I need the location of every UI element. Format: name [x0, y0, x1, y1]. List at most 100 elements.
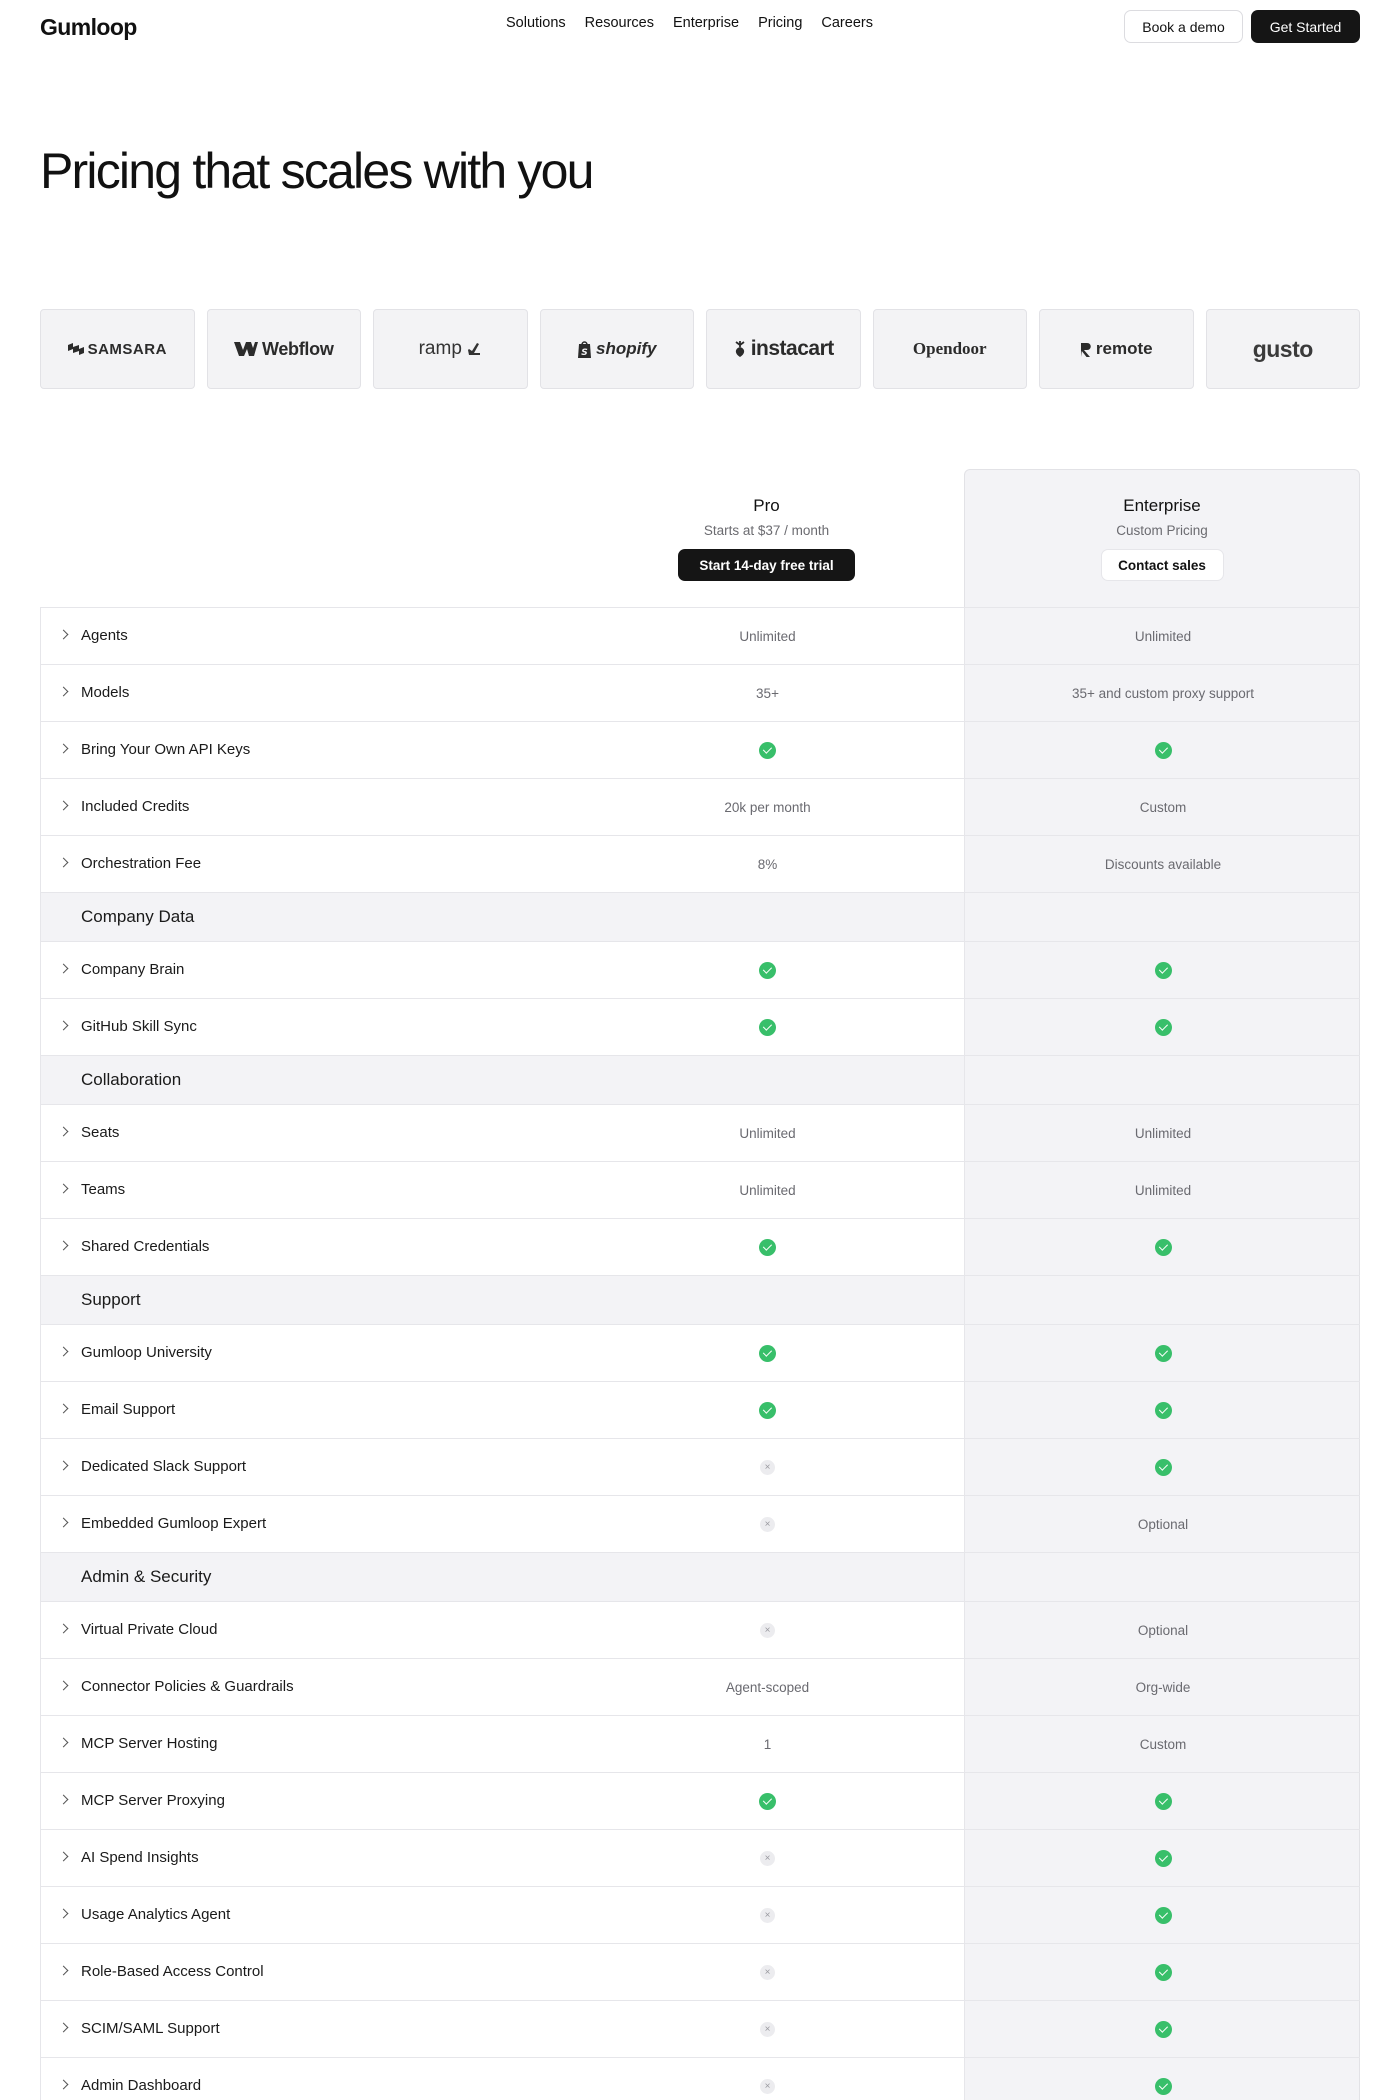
feature-label: MCP Server Proxying	[81, 1792, 225, 1809]
pro-value: 35+	[756, 685, 779, 701]
feature-row-company-brain[interactable]: Company Brain	[40, 941, 1360, 998]
chevron-right-icon[interactable]	[58, 1737, 69, 1748]
plan-name: Enterprise	[1123, 496, 1201, 515]
chevron-right-icon[interactable]	[58, 1517, 69, 1528]
webflow-mark-icon	[233, 342, 258, 356]
chevron-right-icon[interactable]	[58, 1965, 69, 1976]
logo-card-gusto: gusto	[1205, 309, 1360, 389]
pro-value	[570, 1325, 965, 1381]
chevron-right-icon[interactable]	[58, 1240, 69, 1251]
feature-row-embedded-gumloop-expert[interactable]: Embedded Gumloop Expert × Optional	[40, 1495, 1360, 1552]
feature-row-email-support[interactable]: Email Support	[40, 1381, 1360, 1438]
section-support: Support	[40, 1275, 1360, 1324]
book-demo-button[interactable]: Book a demo	[1124, 10, 1243, 43]
pro-value: Unlimited	[739, 1125, 796, 1141]
chevron-right-icon[interactable]	[58, 1908, 69, 1919]
feature-row-scim-saml-support[interactable]: SCIM/SAML Support ×	[40, 2000, 1360, 2057]
feature-label: Admin Dashboard	[81, 2077, 202, 2094]
chevron-right-icon[interactable]	[58, 1020, 69, 1031]
nav-resources[interactable]: Resources	[585, 15, 654, 31]
chevron-right-icon[interactable]	[58, 2022, 69, 2033]
gumloop-logo[interactable]: Gumloop	[40, 14, 137, 41]
page-title: Pricing that scales with you	[40, 143, 594, 199]
feature-row-models[interactable]: Models 35+ 35+ and custom proxy support	[40, 664, 1360, 721]
feature-label: Role-Based Access Control	[81, 1963, 264, 1980]
check-icon	[759, 961, 776, 979]
enterprise-value: Unlimited	[1134, 1125, 1192, 1141]
feature-row-connector-policies-guardrails[interactable]: Connector Policies & Guardrails Agent-sco…	[40, 1658, 1360, 1715]
get-started-button[interactable]: Get Started	[1251, 10, 1360, 43]
feature-row-orchestration-fee[interactable]: Orchestration Fee 8% Discounts available	[40, 835, 1360, 892]
feature-label: Bring Your Own API Keys	[81, 741, 251, 758]
pricing-comparison-table: Agents Unlimited Unlimited Models 35+ 35+ and…	[40, 607, 1360, 2100]
chevron-right-icon[interactable]	[58, 1851, 69, 1862]
chevron-right-icon[interactable]	[58, 629, 69, 640]
chevron-right-icon[interactable]	[58, 1346, 69, 1357]
feature-row-admin-dashboard[interactable]: Admin Dashboard ×	[40, 2057, 1360, 2100]
check-icon	[1154, 1458, 1172, 1476]
chevron-right-icon[interactable]	[58, 1403, 69, 1414]
ramp-wordmark: ramp	[418, 338, 462, 359]
opendoor-wordmark: Opendoor	[912, 339, 987, 358]
feature-row-dedicated-slack-support[interactable]: Dedicated Slack Support ×	[40, 1438, 1360, 1495]
cross-icon: ×	[760, 2021, 775, 2037]
chevron-right-icon[interactable]	[58, 1460, 69, 1471]
enterprise-value	[965, 2058, 1361, 2100]
pro-value: Unlimited	[739, 1182, 796, 1198]
samsara-logo: SAMSARA	[67, 341, 167, 358]
chevron-right-icon[interactable]	[58, 743, 69, 754]
section-title: Company Data	[81, 907, 195, 926]
feature-label: Usage Analytics Agent	[81, 1906, 231, 1923]
feature-row-mcp-server-proxying[interactable]: MCP Server Proxying	[40, 1772, 1360, 1829]
chevron-right-icon[interactable]	[58, 963, 69, 974]
chevron-right-icon[interactable]	[58, 1623, 69, 1634]
remote-logo: remote	[1080, 339, 1153, 359]
logo-card-ramp: ramp	[373, 309, 528, 389]
feature-row-agents[interactable]: Agents Unlimited Unlimited	[40, 607, 1360, 664]
nav-careers[interactable]: Careers	[821, 15, 873, 31]
feature-row-virtual-private-cloud[interactable]: Virtual Private Cloud × Optional	[40, 1601, 1360, 1658]
enterprise-value: Unlimited	[1134, 1182, 1192, 1198]
feature-row-shared-credentials[interactable]: Shared Credentials	[40, 1218, 1360, 1275]
feature-row-mcp-server-hosting[interactable]: MCP Server Hosting 1 Custom	[40, 1715, 1360, 1772]
feature-row-github-skill-sync[interactable]: GitHub Skill Sync	[40, 998, 1360, 1055]
check-icon	[1154, 2077, 1172, 2095]
feature-label: Included Credits	[81, 798, 190, 815]
chevron-right-icon[interactable]	[58, 800, 69, 811]
chevron-right-icon[interactable]	[58, 1126, 69, 1137]
feature-row-gumloop-university[interactable]: Gumloop University	[40, 1324, 1360, 1381]
chevron-right-icon[interactable]	[58, 1183, 69, 1194]
check-icon	[1154, 1344, 1172, 1362]
check-icon	[759, 1344, 776, 1362]
chevron-right-icon[interactable]	[58, 2079, 69, 2090]
nav-pricing[interactable]: Pricing	[758, 15, 802, 31]
pro-value	[570, 1219, 965, 1275]
feature-label: Virtual Private Cloud	[81, 1621, 218, 1638]
feature-row-ai-spend-insights[interactable]: AI Spend Insights ×	[40, 1829, 1360, 1886]
pro-value	[570, 1773, 965, 1829]
logo-card-webflow: Webflow	[206, 309, 361, 389]
feature-row-seats[interactable]: Seats Unlimited Unlimited	[40, 1104, 1360, 1161]
chevron-right-icon[interactable]	[58, 857, 69, 868]
instacart-carrot-icon	[735, 341, 745, 357]
start-free-trial-button[interactable]: Start 14-day free trial	[678, 549, 855, 581]
enterprise-value	[965, 1382, 1361, 1438]
enterprise-value	[965, 1773, 1361, 1829]
cross-icon: ×	[760, 1964, 775, 1980]
feature-row-included-credits[interactable]: Included Credits 20k per month Custom	[40, 778, 1360, 835]
pro-value: Agent-scoped	[725, 1679, 810, 1695]
pro-value: 8%	[757, 856, 778, 872]
feature-label: Email Support	[81, 1401, 176, 1418]
chevron-right-icon[interactable]	[58, 1794, 69, 1805]
feature-label: Seats	[81, 1124, 120, 1141]
feature-row-teams[interactable]: Teams Unlimited Unlimited	[40, 1161, 1360, 1218]
feature-row-bring-your-own-api-keys[interactable]: Bring Your Own API Keys	[40, 721, 1360, 778]
enterprise-value: Custom	[1139, 799, 1187, 815]
feature-row-role-based-access-control[interactable]: Role-Based Access Control ×	[40, 1943, 1360, 2000]
feature-row-usage-analytics-agent[interactable]: Usage Analytics Agent ×	[40, 1886, 1360, 1943]
nav-enterprise[interactable]: Enterprise	[673, 15, 739, 31]
chevron-right-icon[interactable]	[58, 686, 69, 697]
nav-solutions[interactable]: Solutions	[506, 15, 566, 31]
chevron-right-icon[interactable]	[58, 1680, 69, 1691]
contact-sales-button[interactable]: Contact sales	[1100, 549, 1224, 581]
